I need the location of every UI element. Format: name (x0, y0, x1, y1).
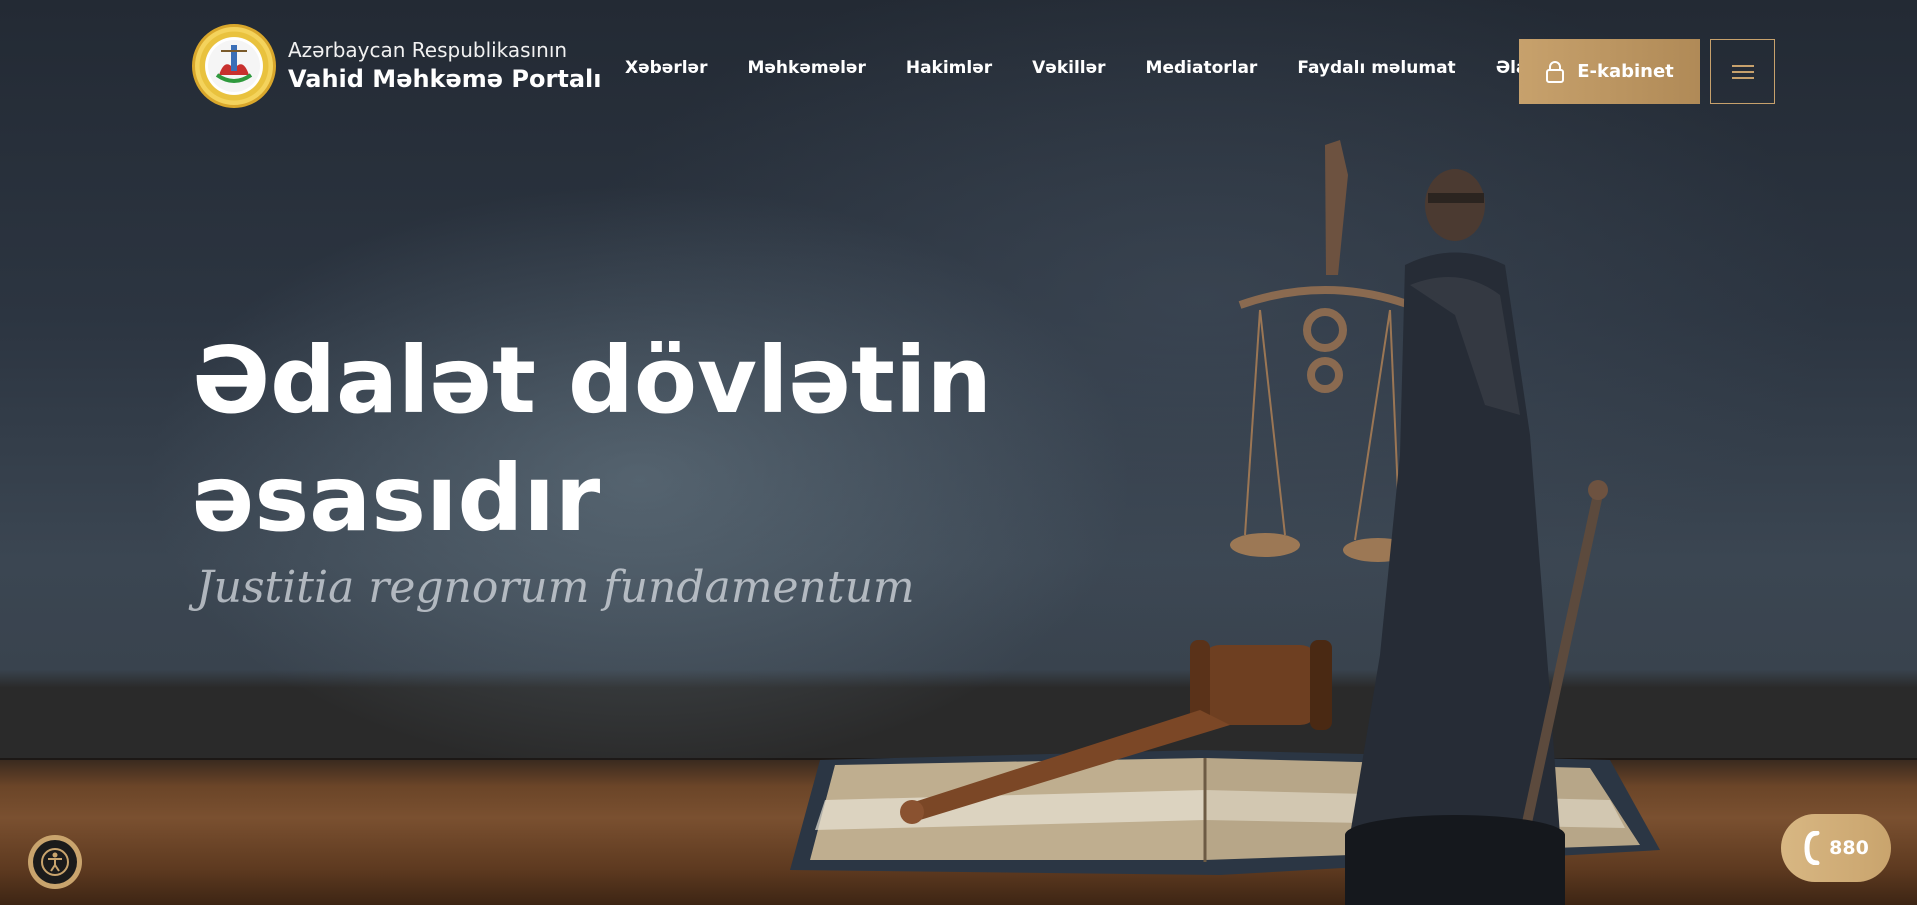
hero-title-line2: əsasıdır (192, 445, 601, 552)
nav-item-lawyers[interactable]: Vəkillər (1032, 58, 1105, 78)
hamburger-menu-icon (1731, 64, 1754, 79)
brand[interactable]: Azərbaycan Respublikasının Vahid Məhkəmə… (192, 24, 601, 108)
ecabinet-button[interactable]: E-kabinet (1519, 39, 1700, 104)
hotline-number: 880 (1829, 837, 1869, 859)
accessibility-icon (41, 848, 69, 876)
site-header: Azərbaycan Respublikasının Vahid Məhkəmə… (0, 0, 1917, 140)
brand-subtitle: Azərbaycan Respublikasının (288, 38, 568, 62)
nav-item-mediators[interactable]: Mediatorlar (1146, 58, 1258, 78)
hero-title: Ədalət dövlətin əsasıdır (192, 322, 992, 558)
court-emblem-icon (192, 24, 276, 108)
lady-justice-statue-image (1230, 140, 1608, 905)
nav-item-courts[interactable]: Məhkəmələr (747, 58, 865, 78)
hotline-button[interactable]: 880 (1781, 814, 1891, 882)
hero-motto: Justitia regnorum fundamentum (196, 562, 915, 613)
main-nav: Xəbərlər Məhkəmələr Hakimlər Vəkillər Me… (625, 58, 1591, 78)
nav-item-useful-info[interactable]: Faydalı məlumat (1297, 58, 1455, 78)
nav-item-judges[interactable]: Hakimlər (906, 58, 992, 78)
ecabinet-label: E-kabinet (1577, 61, 1674, 82)
brand-title: Vahid Məhkəmə Portalı (288, 65, 602, 93)
phone-icon (1804, 831, 1820, 865)
hero-title-line1: Ədalət dövlətin (192, 327, 992, 434)
menu-button[interactable] (1710, 39, 1775, 104)
accessibility-button[interactable] (28, 835, 82, 889)
lock-icon (1546, 60, 1565, 83)
nav-item-news[interactable]: Xəbərlər (625, 58, 707, 78)
